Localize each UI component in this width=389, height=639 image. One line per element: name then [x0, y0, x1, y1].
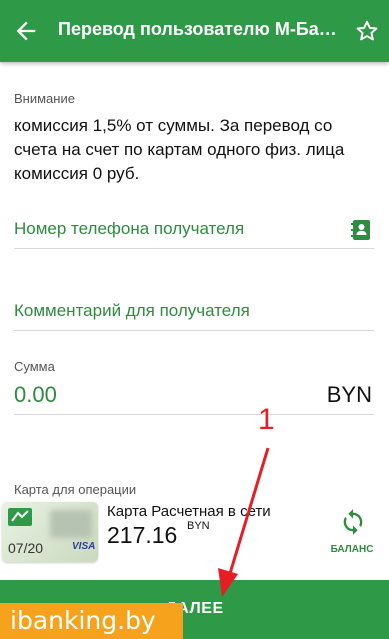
amount-currency: BYN [326, 382, 372, 407]
card-expiry: 07/20 [8, 540, 44, 556]
phone-field-underline [14, 248, 374, 249]
contacts-icon[interactable] [349, 218, 373, 242]
bank-logo-icon [8, 508, 32, 526]
amount-input[interactable]: 0.00 [14, 382, 57, 408]
card-blurred-area [50, 510, 92, 538]
arrow-back-icon[interactable] [12, 17, 40, 45]
balance-button-label: БАЛАНС [330, 544, 374, 555]
card-image[interactable]: 07/20 VISA [2, 502, 98, 562]
card-brand: VISA [72, 541, 96, 552]
card-balance-currency: BYN [187, 520, 210, 532]
comment-field-underline [14, 330, 374, 331]
app-bar: Перевод пользователю М-Банкинга [0, 0, 389, 62]
card-caption: Карта для операции [14, 482, 137, 497]
recipient-comment-field[interactable]: Комментарий для получателя [14, 301, 250, 321]
notice-caption: Внимание [14, 91, 75, 106]
amount-field-underline [14, 414, 374, 415]
page-title: Перевод пользователю М-Банкинга [58, 19, 340, 39]
card-balance: 217.16 [107, 522, 178, 548]
card-name[interactable]: Карта Расчетная в сети [107, 503, 271, 520]
star-outline-icon[interactable] [354, 18, 380, 44]
amount-caption: Сумма [14, 359, 55, 374]
balance-button[interactable]: БАЛАНС [324, 508, 380, 558]
watermark: ibanking.by [0, 603, 183, 639]
annotation-number: 1 [258, 403, 275, 436]
refresh-icon [343, 509, 363, 535]
commission-notice: комиссия 1,5% от суммы. За перевод со сч… [14, 116, 345, 183]
recipient-phone-field[interactable]: Номер телефона получателя [14, 219, 244, 239]
